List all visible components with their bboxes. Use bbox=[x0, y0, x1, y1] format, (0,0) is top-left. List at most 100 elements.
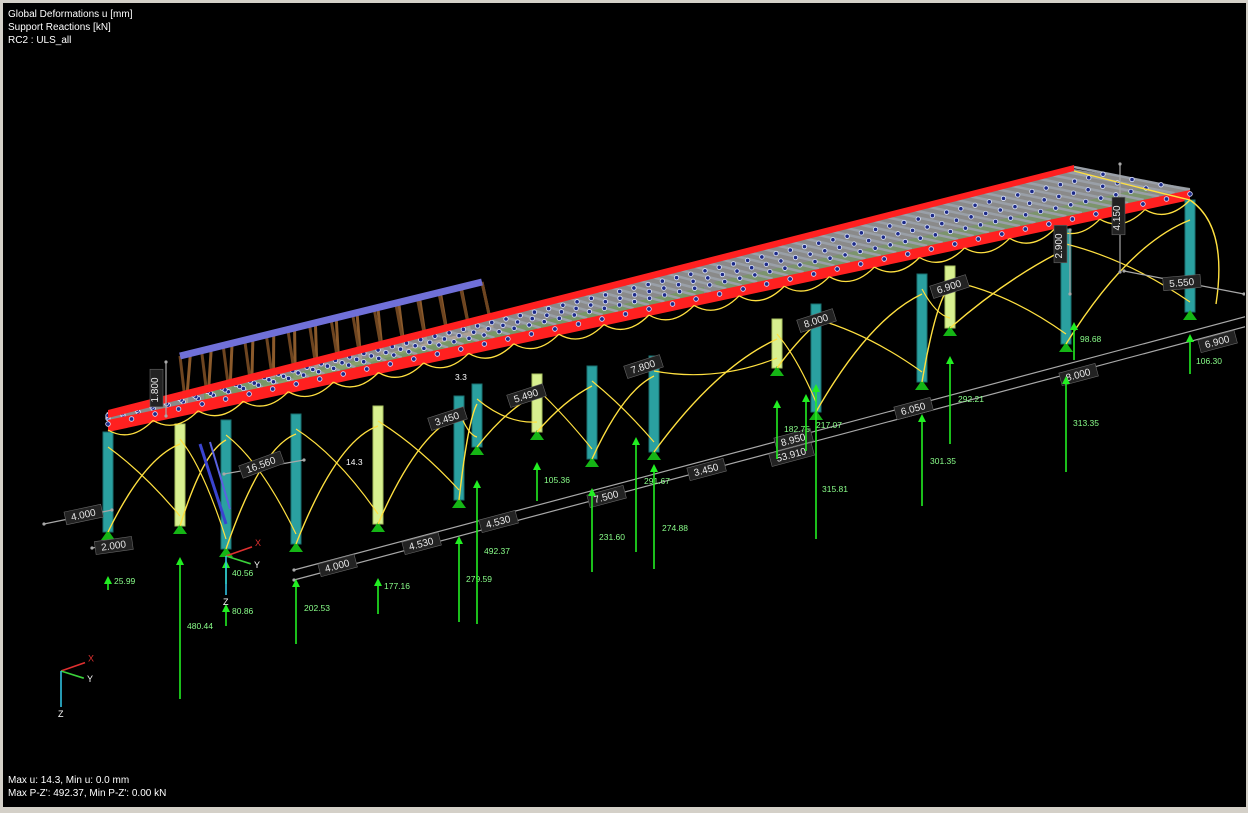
deformation-label: 3.3 bbox=[455, 372, 467, 382]
deck-node bbox=[300, 372, 307, 378]
deck-node bbox=[1057, 181, 1063, 188]
deck-node bbox=[759, 254, 765, 260]
x-axis-label: X bbox=[88, 654, 94, 664]
deck-node bbox=[368, 353, 374, 359]
deck-node bbox=[673, 275, 680, 281]
deck-node bbox=[496, 329, 502, 335]
deck-node bbox=[749, 265, 755, 271]
girder-node bbox=[293, 381, 299, 387]
deck-node bbox=[485, 326, 491, 332]
reaction-value: 301.35 bbox=[930, 456, 956, 466]
model-viewport[interactable]: 14.3 3.3 4.000 4.530 4.530 7.500 3.450 8.950 6.… bbox=[3, 3, 1246, 807]
dimension-tick bbox=[1118, 270, 1122, 274]
dimension-label-height: 2.900 bbox=[1054, 233, 1065, 258]
deformed-brace bbox=[1065, 243, 1191, 303]
dimension-tick bbox=[292, 568, 296, 572]
girder-node bbox=[387, 361, 393, 367]
girder-node bbox=[952, 241, 958, 247]
model-scene[interactable]: 14.33.3 4.0004.5304.5307.5003.4508.9506.… bbox=[4, 4, 1245, 806]
girder-node bbox=[1163, 196, 1170, 202]
deformed-brace bbox=[949, 280, 1067, 335]
deck-node bbox=[958, 206, 964, 212]
reaction-value: 315.81 bbox=[822, 484, 848, 494]
column bbox=[771, 318, 783, 369]
deformed-brace bbox=[536, 388, 593, 450]
reaction-value: 25.99 bbox=[114, 576, 136, 586]
reaction-value: 231.60 bbox=[599, 532, 625, 542]
deck-node bbox=[391, 352, 397, 358]
reaction-arrow-head bbox=[773, 400, 781, 408]
reaction-type-label: Support Reactions [kN] bbox=[8, 22, 111, 33]
deck-node bbox=[285, 375, 292, 382]
girder-node bbox=[905, 251, 911, 257]
deformed-brace bbox=[107, 446, 181, 517]
deck-node bbox=[972, 202, 978, 208]
girder-node bbox=[669, 301, 676, 307]
girder-node bbox=[1046, 221, 1052, 227]
deck-node bbox=[1029, 188, 1035, 195]
deformed-brace bbox=[476, 398, 538, 423]
deck-node bbox=[812, 258, 818, 265]
column bbox=[944, 265, 956, 329]
deck-node bbox=[617, 295, 623, 301]
deck-node bbox=[763, 261, 769, 267]
deck-node bbox=[702, 268, 708, 274]
dimension-tick bbox=[164, 360, 168, 364]
deck-node bbox=[489, 319, 495, 326]
reaction-arrow-head bbox=[632, 437, 640, 445]
deck-node bbox=[255, 382, 262, 388]
y-axis-arrow bbox=[225, 555, 251, 565]
girder-node bbox=[246, 391, 252, 397]
girder-node bbox=[1140, 201, 1146, 207]
deck-node bbox=[737, 275, 743, 281]
deck-node bbox=[383, 349, 389, 356]
deck-node bbox=[645, 281, 651, 288]
dimension-label-height: 1.800 bbox=[150, 377, 161, 402]
deck-node bbox=[1038, 208, 1044, 215]
deck-node bbox=[531, 309, 538, 315]
deck-node bbox=[773, 250, 779, 257]
max-min-reaction-text: Max P-Z': 492.37, Min P-Z': 0.00 kN bbox=[8, 788, 167, 799]
deck-node bbox=[588, 295, 594, 301]
girder-node bbox=[1069, 216, 1076, 222]
deck-node bbox=[573, 305, 579, 312]
deck-node bbox=[858, 230, 864, 236]
reaction-value: 292.21 bbox=[958, 394, 984, 404]
deck-node bbox=[822, 248, 828, 254]
deck-node bbox=[460, 326, 466, 332]
reaction-value: 291.67 bbox=[644, 476, 670, 486]
deck-node bbox=[586, 309, 592, 315]
deck-node bbox=[1113, 192, 1119, 198]
deck-node bbox=[827, 255, 833, 261]
deck-node bbox=[953, 217, 960, 223]
deck-node bbox=[361, 359, 367, 365]
girder-node bbox=[999, 231, 1005, 237]
dimension-label-structure: 5.550 bbox=[1169, 277, 1195, 290]
deck-node bbox=[406, 349, 412, 355]
deck-node bbox=[436, 342, 442, 348]
dimension-tick bbox=[1122, 269, 1126, 273]
deck-node bbox=[601, 305, 608, 311]
deck-node bbox=[895, 231, 901, 237]
deformed-brace bbox=[377, 415, 460, 525]
dimension-tick bbox=[110, 508, 114, 512]
deck-node bbox=[588, 302, 594, 308]
deck-node bbox=[661, 285, 667, 291]
y-axis-arrow bbox=[60, 670, 85, 679]
deck-node bbox=[1128, 188, 1134, 195]
deck-node bbox=[646, 288, 652, 295]
reaction-arrow-head bbox=[946, 356, 954, 364]
girder-node bbox=[199, 401, 205, 407]
deck-node bbox=[872, 226, 879, 232]
deck-node bbox=[481, 332, 487, 338]
deck-node bbox=[932, 232, 938, 238]
deck-node bbox=[427, 339, 433, 345]
deformed-brace bbox=[225, 433, 297, 550]
column bbox=[531, 373, 543, 433]
girder-node bbox=[716, 291, 723, 297]
girder-node bbox=[316, 376, 323, 382]
deck-node bbox=[631, 299, 638, 305]
girder-node bbox=[528, 331, 535, 337]
deck-node bbox=[807, 251, 813, 257]
deck-node bbox=[354, 356, 360, 362]
